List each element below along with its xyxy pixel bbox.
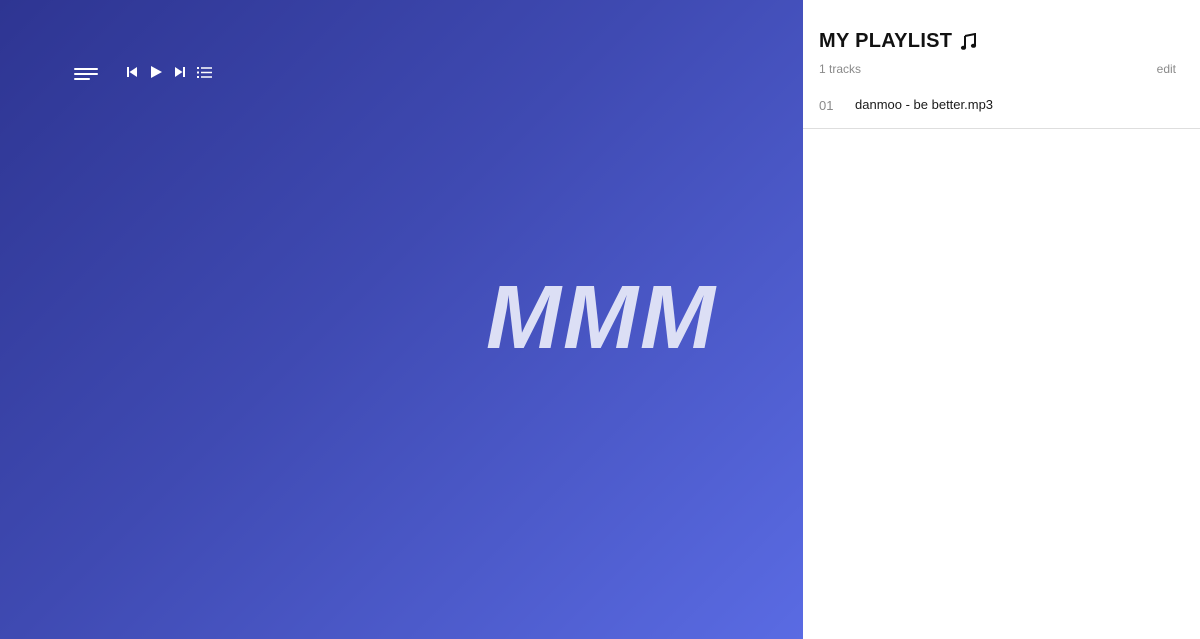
track-count: 1 tracks xyxy=(819,62,862,76)
playlist-icon[interactable] xyxy=(196,64,212,80)
hamburger-menu-icon[interactable] xyxy=(74,66,100,82)
play-icon[interactable] xyxy=(148,64,164,80)
skip-previous-icon[interactable] xyxy=(124,64,140,80)
track-number: 01 xyxy=(819,98,834,113)
music-note-icon xyxy=(960,32,978,51)
track-row[interactable]: 01 danmoo - be better.mp3 xyxy=(803,86,1200,129)
skip-next-icon[interactable] xyxy=(172,64,188,80)
player-panel: MMM xyxy=(0,0,803,639)
playback-controls xyxy=(124,64,212,80)
track-list: 01 danmoo - be better.mp3 xyxy=(803,86,1200,129)
playlist-panel: MY PLAYLIST 1 tracks edit 01 danmoo - be… xyxy=(803,0,1200,639)
playlist-title-text: MY PLAYLIST xyxy=(819,30,953,52)
music-player-app: MMM MY PLAYLIST 1 tracks edit 01 danmoo … xyxy=(0,0,1200,639)
track-name: danmoo - be better.mp3 xyxy=(855,97,994,112)
edit-link[interactable]: edit xyxy=(1157,62,1176,76)
app-logo-text: MMM xyxy=(486,268,717,368)
playlist-title: MY PLAYLIST xyxy=(819,30,978,53)
